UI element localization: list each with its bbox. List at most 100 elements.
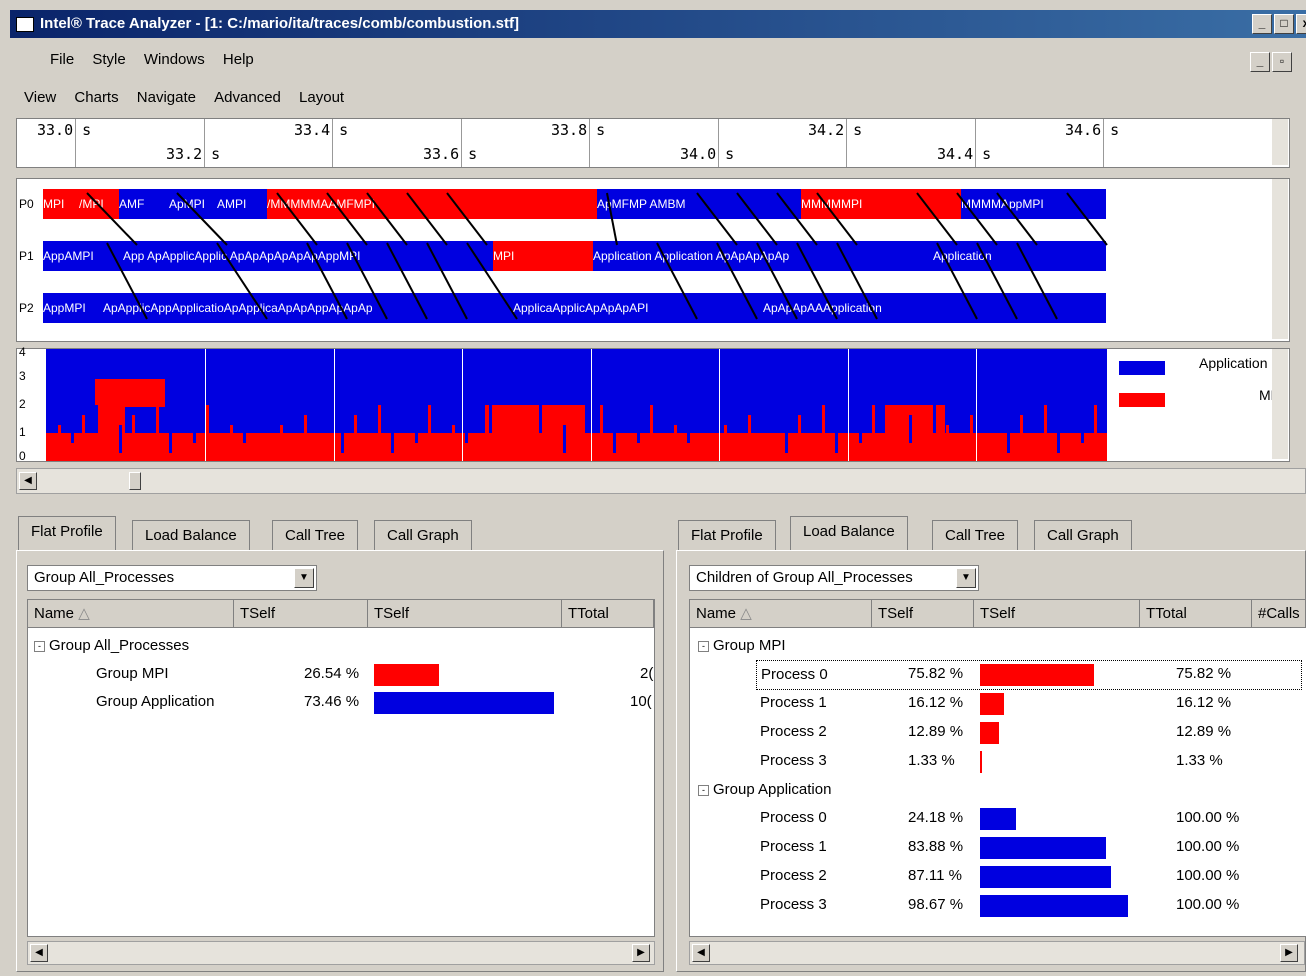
row-ttotal: 100.00 % (1176, 809, 1240, 826)
chevron-down-icon[interactable]: ▼ (956, 568, 976, 588)
table-row[interactable]: Process 0 (760, 804, 827, 832)
menu-layout[interactable]: Layout (299, 89, 344, 106)
sort-icon: △ (740, 605, 752, 622)
table-row[interactable]: - Group MPI (698, 632, 786, 660)
mpi-spike (946, 425, 949, 461)
qualitative-scrollbar[interactable] (1272, 349, 1288, 459)
col-header-calls[interactable]: #Calls (1252, 600, 1306, 628)
message-line (796, 242, 838, 320)
table-row[interactable]: Process 2 (760, 718, 827, 746)
row-name: Process 2 (760, 867, 827, 884)
tself-bar (980, 751, 982, 773)
maximize-button[interactable]: □ (1274, 14, 1294, 34)
collapse-icon[interactable]: - (698, 784, 709, 796)
ruler-label: 34.4 s (937, 145, 992, 163)
tab-call-tree[interactable]: Call Tree (272, 520, 359, 551)
menu-charts[interactable]: Charts (74, 89, 118, 106)
table-row[interactable]: Process 1 (760, 833, 827, 861)
tab-load-balance[interactable]: Load Balance (790, 516, 908, 551)
close-button[interactable]: x (1296, 14, 1306, 34)
table-row[interactable]: - Group Application (698, 776, 831, 804)
row-tself: 75.82 % (908, 665, 964, 682)
mpi-spike (798, 415, 801, 461)
row-ttotal: 75.82 % (1176, 665, 1232, 682)
mpi-spike (1094, 405, 1097, 461)
right-pane-scrollbar[interactable]: ◀ ▶ (689, 941, 1305, 965)
scroll-thumb[interactable] (129, 472, 141, 490)
table-row[interactable]: Process 3 (760, 891, 827, 919)
table-row[interactable]: - Group All_Processes (34, 632, 189, 660)
col-header-tself-bar[interactable]: TSelf (974, 600, 1140, 628)
menu-advanced[interactable]: Advanced (214, 89, 281, 106)
table-row[interactable]: Process 1 (760, 689, 827, 717)
menu-style[interactable]: Style (92, 51, 125, 68)
qualitative-timeline-chart[interactable]: 4 3 2 1 0 Application MPI (16, 345, 1290, 463)
event-timeline-chart[interactable]: P0 P1 P2 MPI/MPIAMFApMPIAMPI/MMMMMAAMFMP… (16, 178, 1290, 342)
menu-help[interactable]: Help (223, 51, 254, 68)
message-line (656, 242, 698, 320)
scroll-left-icon[interactable]: ◀ (19, 472, 37, 490)
ruler-scrollbar[interactable] (1272, 119, 1288, 165)
message-line (996, 192, 1038, 246)
message-line (776, 192, 818, 246)
col-header-tself[interactable]: TSelf (872, 600, 974, 628)
flat-profile-table[interactable]: Name △ TSelf TSelf TTotal - Group All_Pro… (27, 599, 655, 937)
chevron-down-icon[interactable]: ▼ (294, 568, 314, 588)
ruler-label: 34.6 s (1065, 121, 1120, 139)
tab-flat-profile[interactable]: Flat Profile (678, 520, 776, 551)
message-line (366, 192, 408, 246)
col-header-name[interactable]: Name △ (690, 600, 872, 628)
col-header-ttotal[interactable]: TTotal (1140, 600, 1252, 628)
time-ruler[interactable]: 33.0 s 33.4 s 33.8 s 34.2 s 34.6 s 33.2 … (16, 118, 1290, 168)
y-tick: 2 (19, 397, 26, 411)
group-combo[interactable]: Group All_Processes ▼ (27, 565, 317, 591)
tab-call-graph[interactable]: Call Graph (1034, 520, 1132, 551)
mpi-spike (428, 405, 431, 461)
tab-call-graph[interactable]: Call Graph (374, 520, 472, 551)
mpi-spike (169, 425, 172, 453)
collapse-icon[interactable]: - (698, 640, 709, 652)
col-header-tself[interactable]: TSelf (234, 600, 368, 628)
scroll-right-icon[interactable]: ▶ (632, 944, 650, 962)
col-header-name[interactable]: Name △ (28, 600, 234, 628)
timeline-scrollbar[interactable] (1272, 179, 1288, 339)
child-minimize-button[interactable]: _ (1250, 52, 1270, 72)
menu-file[interactable]: File (50, 51, 74, 68)
mpi-spike (600, 405, 603, 461)
tself-bar (980, 866, 1111, 888)
message-line (956, 192, 998, 246)
minimize-button[interactable]: _ (1252, 14, 1272, 34)
collapse-icon[interactable]: - (34, 640, 45, 652)
row-name: Group MPI (713, 637, 786, 654)
menu-navigate[interactable]: Navigate (137, 89, 196, 106)
tab-flat-profile[interactable]: Flat Profile (18, 516, 116, 551)
load-balance-table[interactable]: Name △ TSelf TSelf TTotal #Calls - Group … (689, 599, 1306, 937)
right-profile-pane: Flat Profile Load Balance Call Tree Call… (676, 512, 1306, 972)
menu-windows[interactable]: Windows (144, 51, 205, 68)
group-combo[interactable]: Children of Group All_Processes ▼ (689, 565, 979, 591)
message-line (306, 242, 348, 320)
table-row[interactable]: Process 2 (760, 862, 827, 890)
col-header-tself-bar[interactable]: TSelf (368, 600, 562, 628)
left-pane-scrollbar[interactable]: ◀ ▶ (27, 941, 655, 965)
scroll-left-icon[interactable]: ◀ (692, 944, 710, 962)
left-pane-body: Group All_Processes ▼ Name △ TSelf TSelf… (16, 550, 664, 972)
scroll-left-icon[interactable]: ◀ (30, 944, 48, 962)
table-row[interactable]: Group MPI (96, 660, 169, 688)
message-line (216, 242, 268, 320)
child-restore-button[interactable]: ▫ (1272, 52, 1292, 72)
chart-horizontal-scrollbar[interactable]: ◀ (16, 468, 1306, 494)
mpi-spike (822, 405, 825, 461)
table-row[interactable]: Group Application (96, 688, 214, 716)
row-tself: 26.54 % (304, 665, 360, 682)
ruler-label: 34.0 s (680, 145, 735, 163)
mpi-spike (206, 405, 209, 461)
tab-load-balance[interactable]: Load Balance (132, 520, 250, 551)
table-row[interactable]: Process 3 (760, 747, 827, 775)
message-line (346, 242, 388, 320)
menu-view[interactable]: View (24, 89, 56, 106)
mpi-spike (304, 415, 307, 461)
scroll-right-icon[interactable]: ▶ (1280, 944, 1298, 962)
tab-call-tree[interactable]: Call Tree (932, 520, 1019, 551)
col-header-ttotal[interactable]: TTotal (562, 600, 654, 628)
